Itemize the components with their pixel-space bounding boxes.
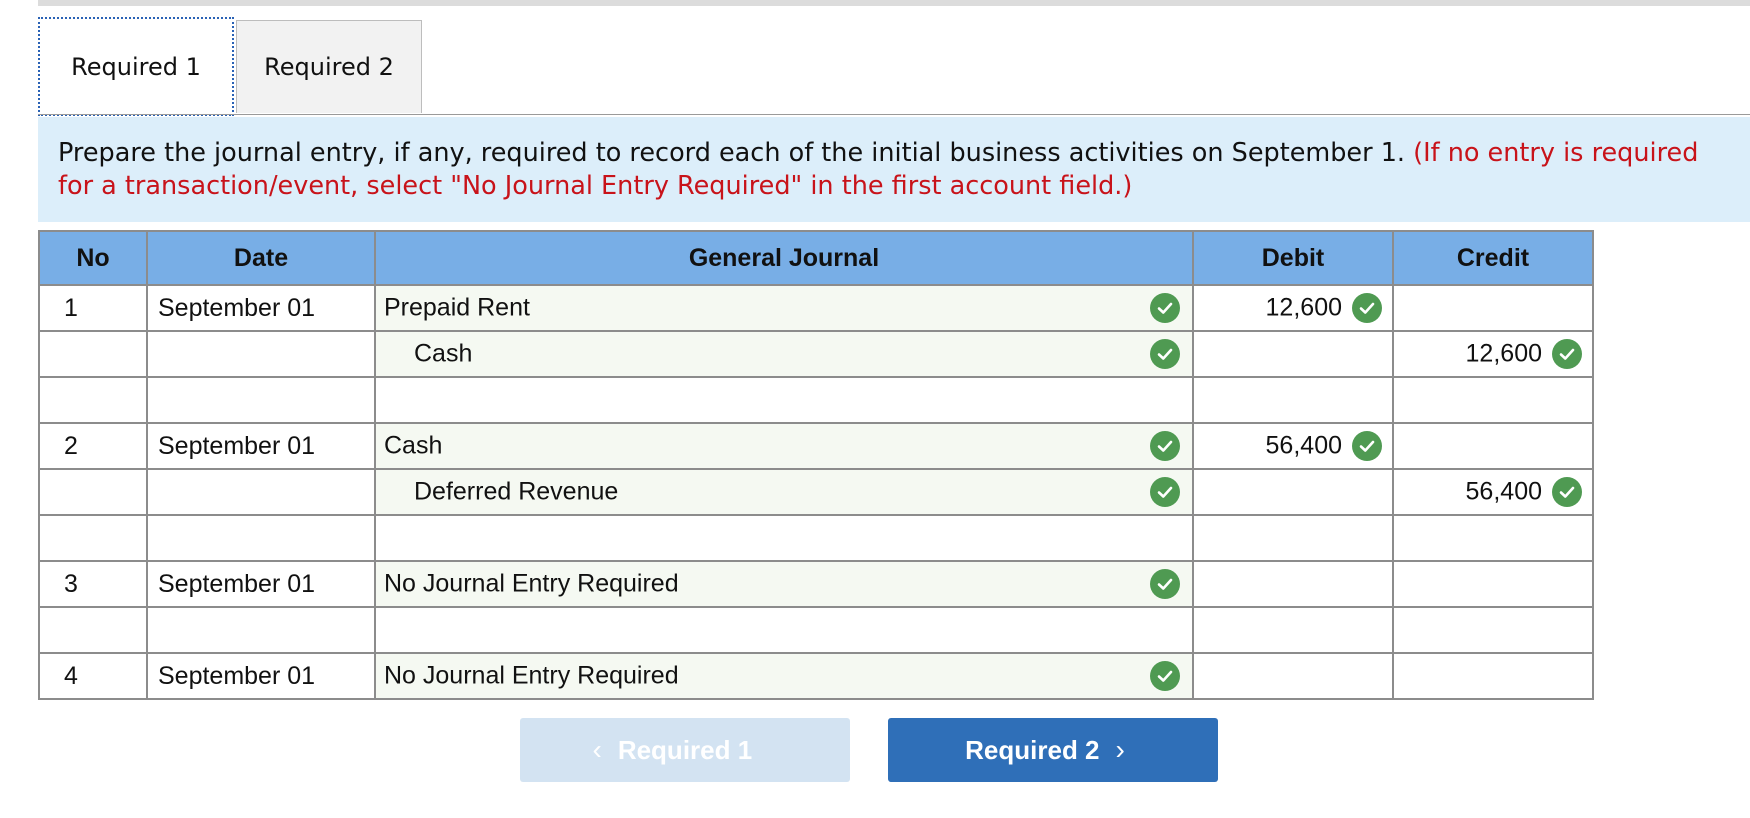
- credit-field[interactable]: 56,400: [1392, 468, 1594, 516]
- account-field[interactable]: Cash: [374, 422, 1194, 470]
- account-field[interactable]: Cash: [374, 330, 1194, 378]
- account-field[interactable]: No Journal Entry Required: [374, 652, 1194, 700]
- check-icon: [1150, 661, 1180, 691]
- check-icon: [1150, 293, 1180, 323]
- check-icon: [1150, 431, 1180, 461]
- debit-field[interactable]: [1192, 468, 1394, 516]
- table-body: 1 September 01 Prepaid Rent 12,600 Cash 12,60…: [38, 284, 1594, 700]
- table-row: 1 September 01 Prepaid Rent 12,600: [38, 284, 1594, 332]
- debit-amount: 56,400: [1265, 431, 1342, 460]
- cell-no: [38, 330, 148, 378]
- check-icon: [1150, 477, 1180, 507]
- check-icon: [1552, 339, 1582, 369]
- next-button-label: Required 2: [965, 734, 1100, 765]
- chevron-right-icon: ›: [1115, 734, 1125, 765]
- account-field[interactable]: [374, 606, 1194, 654]
- cell-date[interactable]: [146, 514, 376, 562]
- cell-date[interactable]: September 01: [146, 560, 376, 608]
- table-row: Cash 12,600: [38, 330, 1594, 378]
- cell-date[interactable]: [146, 606, 376, 654]
- credit-field[interactable]: [1392, 652, 1594, 700]
- account-field[interactable]: Prepaid Rent: [374, 284, 1194, 332]
- check-icon: [1552, 477, 1582, 507]
- chevron-left-icon: ‹: [592, 734, 602, 765]
- cell-date[interactable]: September 01: [146, 422, 376, 470]
- cell-date[interactable]: [146, 468, 376, 516]
- credit-field[interactable]: [1392, 514, 1594, 562]
- cell-no: [38, 468, 148, 516]
- table-row: [38, 606, 1594, 654]
- cell-date[interactable]: September 01: [146, 284, 376, 332]
- credit-field[interactable]: [1392, 606, 1594, 654]
- header-date: Date: [146, 230, 376, 286]
- next-required-2-button[interactable]: Required 2 ›: [888, 718, 1218, 782]
- cell-no: 2: [38, 422, 148, 470]
- debit-field[interactable]: [1192, 514, 1394, 562]
- debit-field[interactable]: [1192, 330, 1394, 378]
- cell-no: [38, 376, 148, 424]
- credit-field[interactable]: [1392, 376, 1594, 424]
- debit-field[interactable]: [1192, 376, 1394, 424]
- debit-amount: 12,600: [1265, 293, 1342, 322]
- table-row: 3 September 01 No Journal Entry Required: [38, 560, 1594, 608]
- debit-field[interactable]: [1192, 652, 1394, 700]
- account-name: Cash: [384, 431, 443, 460]
- cell-no: 3: [38, 560, 148, 608]
- account-name: No Journal Entry Required: [384, 569, 679, 598]
- credit-field[interactable]: 12,600: [1392, 330, 1594, 378]
- prev-button-label: Required 1: [617, 734, 753, 765]
- cell-no: [38, 514, 148, 562]
- account-field[interactable]: Deferred Revenue: [374, 468, 1194, 516]
- check-icon: [1352, 293, 1382, 323]
- account-name: No Journal Entry Required: [384, 661, 679, 690]
- credit-amount: 12,600: [1465, 339, 1542, 368]
- cell-date[interactable]: [146, 376, 376, 424]
- header-credit: Credit: [1392, 230, 1594, 286]
- general-journal-table: No Date General Journal Debit Credit 1 Se…: [38, 230, 1594, 700]
- cell-no: 1: [38, 284, 148, 332]
- tab-underline: [38, 114, 1750, 115]
- check-icon: [1150, 569, 1180, 599]
- debit-field[interactable]: 56,400: [1192, 422, 1394, 470]
- table-row: 2 September 01 Cash 56,400: [38, 422, 1594, 470]
- cell-no: 4: [38, 652, 148, 700]
- debit-field[interactable]: [1192, 606, 1394, 654]
- prev-required-1-button: ‹ Required 1 ›: [520, 718, 850, 782]
- tab-required-2[interactable]: Required 2: [236, 20, 422, 113]
- table-row: [38, 376, 1594, 424]
- table-header-row: No Date General Journal Debit Credit: [38, 230, 1594, 286]
- credit-field[interactable]: [1392, 422, 1594, 470]
- debit-field[interactable]: 12,600: [1192, 284, 1394, 332]
- table-row: Deferred Revenue 56,400: [38, 468, 1594, 516]
- check-icon: [1150, 339, 1180, 369]
- credit-field[interactable]: [1392, 560, 1594, 608]
- tab-bar: Required 1 Required 2: [38, 17, 1750, 116]
- account-name: Deferred Revenue: [414, 477, 619, 506]
- top-divider: [38, 0, 1750, 6]
- instructions-panel: Prepare the journal entry, if any, requi…: [38, 117, 1750, 222]
- table-row: 4 September 01 No Journal Entry Required: [38, 652, 1594, 700]
- header-general-journal: General Journal: [374, 230, 1194, 286]
- header-no: No: [38, 230, 148, 286]
- cell-date[interactable]: September 01: [146, 652, 376, 700]
- table-row: [38, 514, 1594, 562]
- header-debit: Debit: [1192, 230, 1394, 286]
- check-icon: [1352, 431, 1382, 461]
- credit-amount: 56,400: [1465, 477, 1542, 506]
- tab-required-1[interactable]: Required 1: [38, 17, 234, 116]
- account-field[interactable]: [374, 514, 1194, 562]
- cell-date[interactable]: [146, 330, 376, 378]
- instructions-text: Prepare the journal entry, if any, requi…: [58, 138, 1406, 168]
- debit-field[interactable]: [1192, 560, 1394, 608]
- cell-no: [38, 606, 148, 654]
- credit-field[interactable]: [1392, 284, 1594, 332]
- account-field[interactable]: [374, 376, 1194, 424]
- account-name: Prepaid Rent: [384, 293, 530, 322]
- account-name: Cash: [414, 339, 473, 368]
- account-field[interactable]: No Journal Entry Required: [374, 560, 1194, 608]
